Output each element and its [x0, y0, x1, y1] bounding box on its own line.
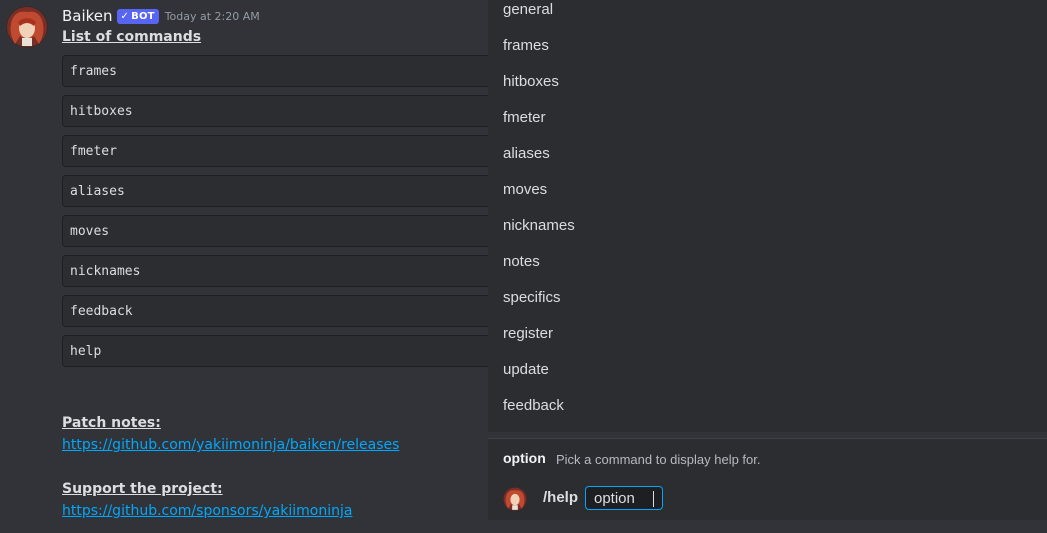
autocomplete-item-register[interactable]: register: [503, 325, 553, 342]
option-input-label: option: [594, 490, 635, 507]
command-name: moves: [70, 224, 110, 239]
option-name: option: [503, 450, 546, 466]
command-name: aliases: [70, 184, 125, 199]
text-cursor: [653, 491, 654, 507]
autocomplete-item-hitboxes[interactable]: hitboxes: [503, 73, 559, 90]
autocomplete-item-general[interactable]: general: [503, 1, 553, 18]
autocomplete-item-notes[interactable]: notes: [503, 253, 540, 270]
code-block: aliases: [62, 175, 502, 207]
support-title: Support the project:: [62, 481, 223, 497]
code-block: nicknames: [62, 255, 502, 287]
command-name: feedback: [70, 304, 133, 319]
autocomplete-item-feedback[interactable]: feedback: [503, 397, 564, 414]
option-input[interactable]: option: [585, 486, 663, 510]
bot-avatar-small: [503, 487, 527, 511]
autocomplete-popup: general frames hitboxes fmeter aliases m…: [488, 0, 1047, 432]
timestamp[interactable]: Today at 2:20 AM: [165, 10, 260, 23]
patch-notes-title: Patch notes:: [62, 415, 161, 431]
option-description: Pick a command to display help for.: [556, 452, 761, 467]
autocomplete-item-frames[interactable]: frames: [503, 37, 549, 54]
support-link[interactable]: https://github.com/sponsors/yakiimoninja: [62, 503, 352, 519]
autocomplete-item-update[interactable]: update: [503, 361, 549, 378]
verified-check-icon: ✓: [120, 10, 130, 22]
command-input-row: /help option: [488, 478, 1047, 520]
patch-notes-link[interactable]: https://github.com/yakiimoninja/baiken/r…: [62, 437, 399, 453]
command-name: hitboxes: [70, 104, 133, 119]
code-block: frames: [62, 55, 502, 87]
autocomplete-item-moves[interactable]: moves: [503, 181, 547, 198]
command-name-label: /help: [543, 489, 579, 506]
option-hint-bar: option Pick a command to display help fo…: [488, 438, 1047, 478]
autocomplete-item-aliases[interactable]: aliases: [503, 145, 550, 162]
chat-window: Baiken ✓ BOT Today at 2:20 AM List of co…: [0, 0, 1047, 533]
username[interactable]: Baiken: [62, 7, 113, 25]
code-block: help: [62, 335, 502, 367]
command-name: fmeter: [70, 144, 117, 159]
code-block: moves: [62, 215, 502, 247]
autocomplete-item-specifics[interactable]: specifics: [503, 289, 561, 306]
command-name: help: [70, 344, 102, 359]
code-block: hitboxes: [62, 95, 502, 127]
bot-badge-label: BOT: [131, 10, 155, 22]
list-title: List of commands: [62, 29, 202, 45]
bot-avatar[interactable]: [6, 6, 48, 48]
message-header: Baiken ✓ BOT Today at 2:20 AM: [62, 6, 260, 26]
bot-badge: ✓ BOT: [116, 8, 159, 24]
code-block: fmeter: [62, 135, 502, 167]
command-name: frames: [70, 64, 117, 79]
autocomplete-item-fmeter[interactable]: fmeter: [503, 109, 546, 126]
code-block: feedback: [62, 295, 502, 327]
autocomplete-item-nicknames[interactable]: nicknames: [503, 217, 575, 234]
command-name: nicknames: [70, 264, 141, 279]
